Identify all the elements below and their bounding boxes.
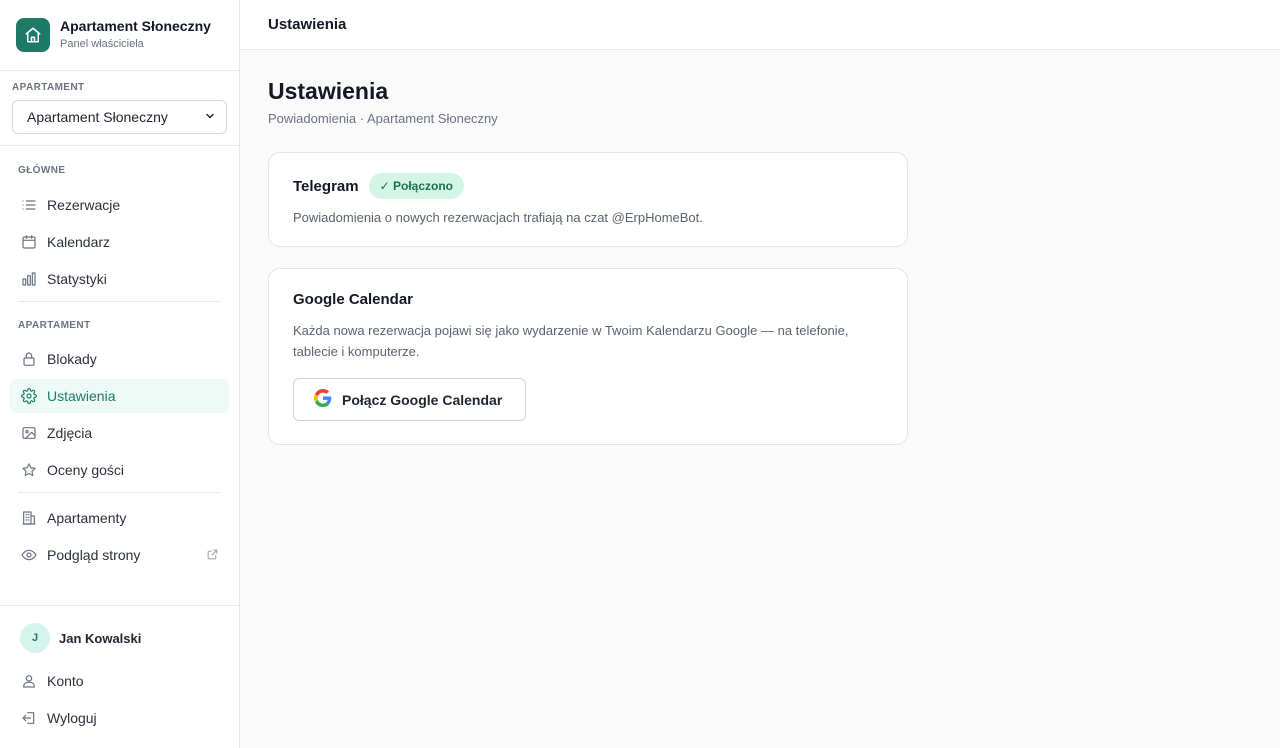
logout-icon [20,709,38,727]
sidebar-item-ustawienia[interactable]: Ustawienia [10,379,229,413]
calendar-icon [20,233,38,251]
google-logo-icon [314,389,332,410]
building-icon [20,509,38,527]
user-profile[interactable]: J Jan Kowalski [10,616,229,660]
sidebar-item-blokady[interactable]: Blokady [10,342,229,376]
connect-google-calendar-label: Połącz Google Calendar [342,391,503,408]
sidebar-item-podglad-strony[interactable]: Podgląd strony [10,538,229,572]
sidebar-item-rezerwacje[interactable]: Rezerwacje [10,188,229,222]
google-calendar-title: Google Calendar [293,291,414,308]
account-label: Konto [47,673,84,689]
sidebar-item-label: Kalendarz [47,234,111,250]
sidebar-item-statystyki[interactable]: Statystyki [10,262,229,296]
main-content: Ustawienia Powiadomienia · Apartament Sł… [268,76,908,445]
apartment-select-value: Apartament Słoneczny [27,109,168,125]
nav-divider [18,301,221,302]
logout-label: Wyloguj [47,710,97,726]
sidebar-item-label: Rezerwacje [47,197,121,213]
sidebar-item-label: Oceny gości [47,462,125,478]
nav-main: GŁÓWNE Rezerwacje Kalendarz Statystyki A… [0,146,239,572]
telegram-description: Powiadomienia o nowych rezerwacjach traf… [293,210,703,225]
sidebar-item-label: Podgląd strony [47,547,141,563]
user-icon [20,672,38,690]
sidebar-item-label: Statystyki [47,271,107,287]
sidebar-item-apartamenty[interactable]: Apartamenty [10,501,229,535]
telegram-card: Telegram ✓ Połączono Powiadomienia o now… [268,152,908,247]
sidebar-item-label: Apartamenty [47,510,127,526]
brand-subtitle: Panel właściciela [60,38,144,50]
gear-icon [20,387,38,405]
apartment-select[interactable]: Apartament Słoneczny [12,100,227,134]
sidebar-item-label: Blokady [47,351,97,367]
logout-link[interactable]: Wyloguj [10,701,229,735]
topbar: Ustawienia [240,0,1280,50]
lock-icon [20,350,38,368]
home-icon [16,18,50,52]
sidebar-item-label: Ustawienia [47,388,116,404]
brand-title: Apartament Słoneczny [60,18,211,34]
brand[interactable]: Apartament Słoneczny Panel właściciela [0,0,239,71]
google-calendar-card: Google Calendar Każda nowa rezerwacja po… [268,268,908,445]
bar-chart-icon [20,270,38,288]
apartment-selector-label: APARTAMENT [12,82,85,93]
connect-google-calendar-button[interactable]: Połącz Google Calendar [293,378,526,421]
nav-apartment-label: APARTAMENT [18,320,91,331]
chevron-down-icon [204,109,216,125]
avatar: J [20,623,50,653]
eye-icon [20,546,38,564]
sidebar-item-oceny-gosci[interactable]: Oceny gości [10,453,229,487]
page-title: Ustawienia [268,78,389,104]
sidebar-item-label: Zdjęcia [47,425,93,441]
nav-divider [18,492,221,493]
google-calendar-description: Każda nowa rezerwacja pojawi się jako wy… [293,323,849,359]
star-icon [20,461,38,479]
page-subtitle: Powiadomienia · Apartament Słoneczny [268,111,498,126]
account-link[interactable]: Konto [10,664,229,698]
telegram-title: Telegram [293,177,359,195]
topbar-title: Ustawienia [268,16,347,33]
status-badge: ✓ Połączono [368,173,464,199]
sidebar-item-kalendarz[interactable]: Kalendarz [10,225,229,259]
external-link-icon [206,548,219,564]
sidebar: Apartament Słoneczny Panel właściciela A… [0,0,240,748]
sidebar-footer: J Jan Kowalski Konto Wyloguj [0,605,239,748]
sidebar-item-zdjecia[interactable]: Zdjęcia [10,416,229,450]
user-name: Jan Kowalski [59,630,142,646]
nav-main-label: GŁÓWNE [18,165,66,176]
list-icon [20,196,38,214]
apartment-selector-section: APARTAMENT Apartament Słoneczny [0,71,239,146]
image-icon [20,424,38,442]
